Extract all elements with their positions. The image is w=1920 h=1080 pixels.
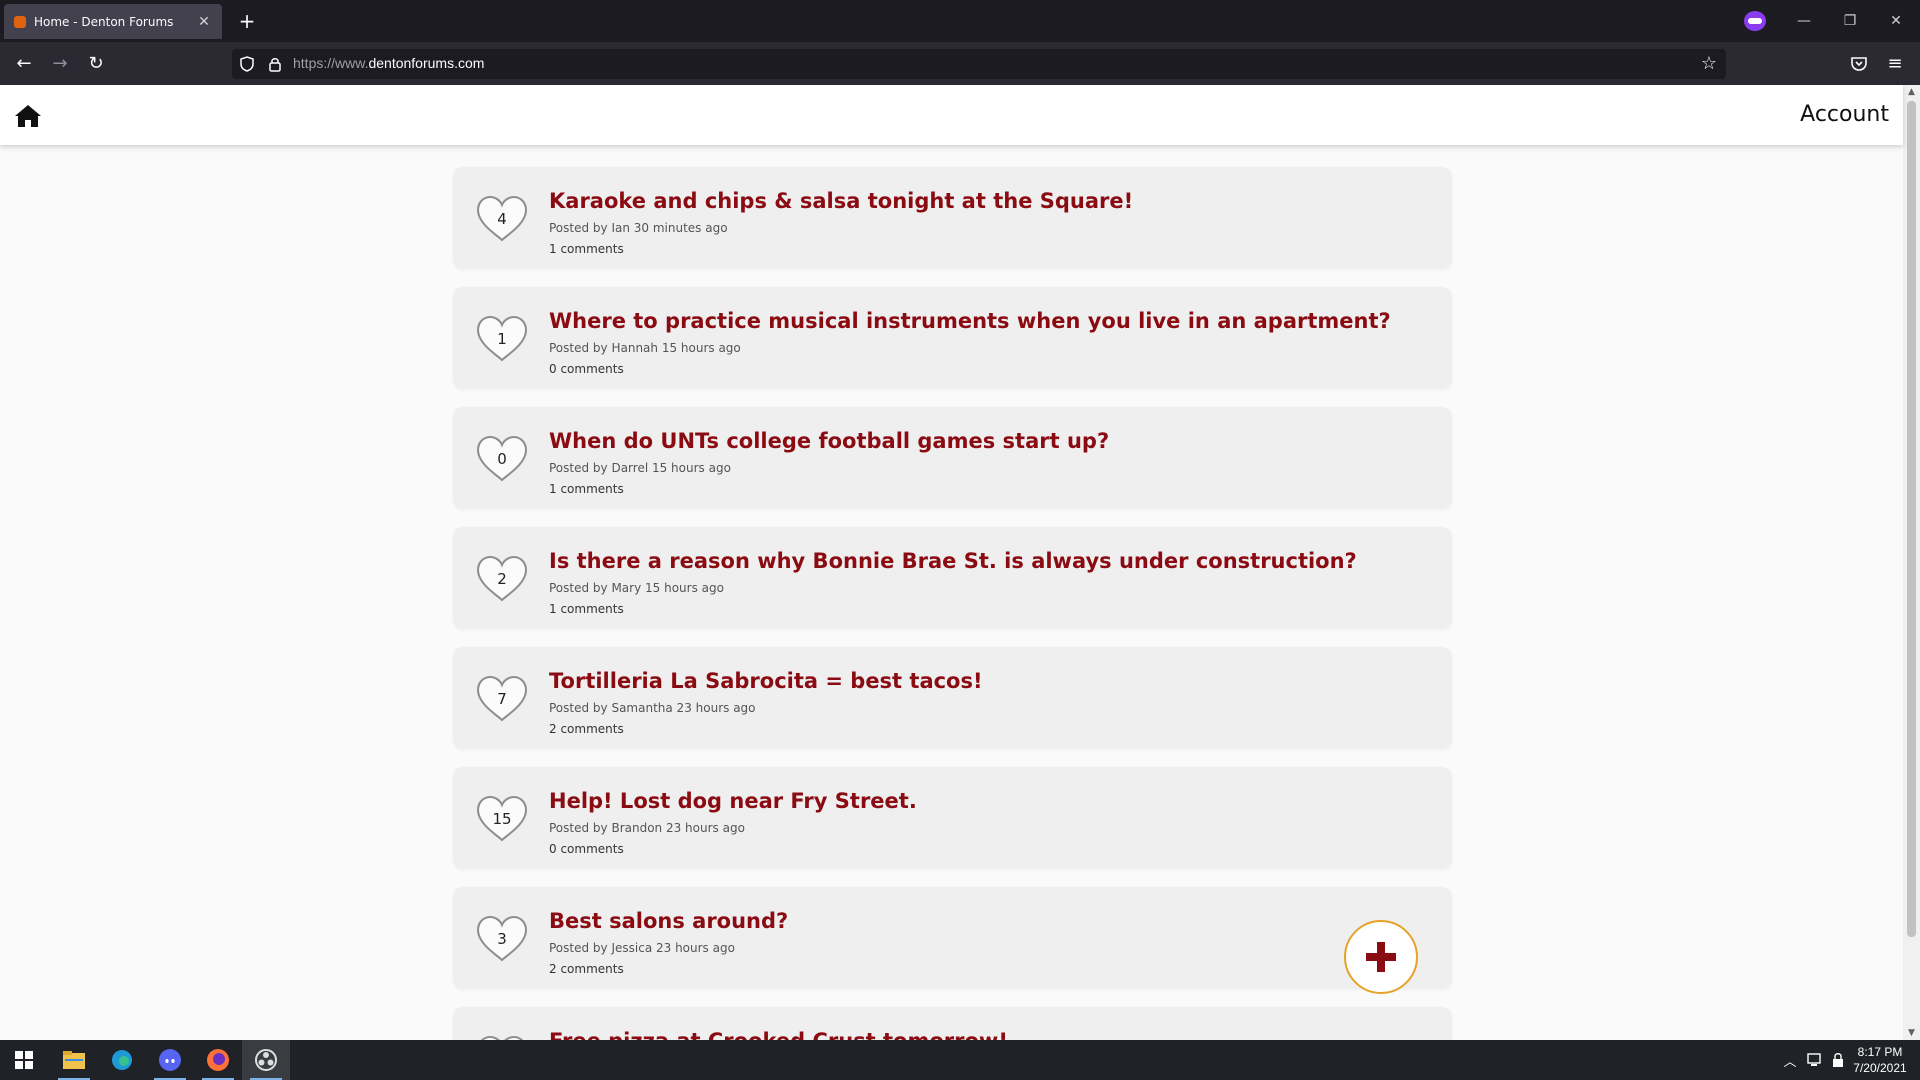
post-title[interactable]: Free pizza at Crooked Crust tomorrow!: [549, 1029, 1008, 1040]
like-count: 1: [497, 330, 507, 348]
post-comments-link[interactable]: 1 comments: [549, 602, 624, 616]
like-count: 15: [492, 810, 512, 828]
minimize-icon[interactable]: —: [1790, 8, 1818, 34]
scroll-down-icon[interactable]: ▼: [1903, 1026, 1920, 1040]
taskbar: ︿ 8:17 PM 7/20/2021: [0, 1040, 1920, 1080]
forward-icon[interactable]: →: [46, 50, 74, 78]
post-comments-link[interactable]: 2 comments: [549, 962, 624, 976]
plus-icon: [1366, 942, 1396, 972]
system-clock[interactable]: 8:17 PM 7/20/2021: [1842, 1044, 1918, 1076]
post-title[interactable]: Best salons around?: [549, 909, 788, 933]
new-tab-icon[interactable]: +: [236, 10, 258, 32]
network-icon[interactable]: [1804, 1040, 1826, 1080]
discord-icon[interactable]: [146, 1040, 194, 1080]
like-button[interactable]: 15: [475, 794, 529, 844]
new-post-button[interactable]: [1344, 920, 1418, 994]
post-card[interactable]: 7 Tortilleria La Sabrocita = best tacos!…: [453, 647, 1452, 749]
like-button[interactable]: 1: [475, 314, 529, 364]
obs-studio-icon[interactable]: [242, 1040, 290, 1080]
restore-icon[interactable]: ❐: [1836, 8, 1864, 34]
close-window-icon[interactable]: ✕: [1882, 8, 1910, 34]
post-comments-link[interactable]: 1 comments: [549, 482, 624, 496]
tab-title: Home - Denton Forums: [34, 14, 174, 29]
like-count: 2: [497, 570, 507, 588]
like-count: 0: [497, 450, 507, 468]
like-count: 4: [497, 210, 507, 228]
clock-date: 7/20/2021: [1853, 1061, 1907, 1075]
post-card[interactable]: 15 Help! Lost dog near Fry Street. Poste…: [453, 767, 1452, 869]
clock-time: 8:17 PM: [1857, 1045, 1903, 1059]
like-button[interactable]: 0: [475, 434, 529, 484]
back-icon[interactable]: ←: [10, 50, 38, 78]
lock-icon[interactable]: [268, 56, 282, 72]
like-count: 3: [497, 930, 507, 948]
reload-icon[interactable]: ↻: [82, 50, 110, 78]
app-menu-icon[interactable]: ≡: [1885, 54, 1905, 74]
post-meta: Posted by Brandon 23 hours ago: [549, 821, 745, 835]
like-button[interactable]: 7: [475, 674, 529, 724]
like-button[interactable]: 2: [475, 554, 529, 604]
post-title[interactable]: Is there a reason why Bonnie Brae St. is…: [549, 549, 1357, 573]
pocket-icon[interactable]: [1849, 54, 1869, 74]
scroll-up-icon[interactable]: ▲: [1903, 85, 1920, 99]
tray-overflow-icon[interactable]: ︿: [1780, 1040, 1800, 1080]
post-comments-link[interactable]: 0 comments: [549, 362, 624, 376]
post-meta: Posted by Darrel 15 hours ago: [549, 461, 731, 475]
scrollbar-thumb[interactable]: [1907, 101, 1916, 937]
edge-browser-icon[interactable]: [98, 1040, 146, 1080]
tab-close-icon[interactable]: ✕: [196, 14, 212, 30]
browser-tab-strip: Home - Denton Forums ✕ + — ❐ ✕: [0, 0, 1920, 42]
windows-start-icon[interactable]: [0, 1040, 48, 1080]
private-mask-icon[interactable]: [1744, 11, 1766, 31]
post-card[interactable]: 4 Karaoke and chips & salsa tonight at t…: [453, 167, 1452, 269]
like-button[interactable]: 4: [475, 194, 529, 244]
home-icon[interactable]: [14, 104, 42, 128]
post-meta: Posted by Jessica 23 hours ago: [549, 941, 735, 955]
post-card[interactable]: 0 When do UNTs college football games st…: [453, 407, 1452, 509]
tracking-shield-icon[interactable]: [240, 56, 254, 72]
page-scrollbar[interactable]: ▲ ▼: [1903, 85, 1920, 1040]
site-header: Account: [0, 85, 1903, 145]
post-card[interactable]: 3 Best salons around? Posted by Jessica …: [453, 887, 1452, 989]
firefox-icon[interactable]: [194, 1040, 242, 1080]
post-card[interactable]: 1 Where to practice musical instruments …: [453, 287, 1452, 389]
url-text[interactable]: https://www.dentonforums.com: [293, 55, 484, 71]
url-host: dentonforums.com: [368, 55, 485, 71]
post-comments-link[interactable]: 2 comments: [549, 722, 624, 736]
post-title[interactable]: Where to practice musical instruments wh…: [549, 309, 1391, 333]
file-explorer-icon[interactable]: [50, 1040, 98, 1080]
post-card[interactable]: 2 Is there a reason why Bonnie Brae St. …: [453, 527, 1452, 629]
site-favicon-icon: [14, 15, 26, 28]
url-protocol: https://www.: [293, 55, 369, 71]
post-title[interactable]: Karaoke and chips & salsa tonight at the…: [549, 189, 1133, 213]
post-title[interactable]: Help! Lost dog near Fry Street.: [549, 789, 917, 813]
post-feed: 4 Karaoke and chips & salsa tonight at t…: [0, 145, 1903, 1040]
post-comments-link[interactable]: 0 comments: [549, 842, 624, 856]
post-meta: Posted by Ian 30 minutes ago: [549, 221, 728, 235]
like-button[interactable]: 3: [475, 914, 529, 964]
post-title[interactable]: Tortilleria La Sabrocita = best tacos!: [549, 669, 983, 693]
browser-tab[interactable]: Home - Denton Forums ✕: [4, 4, 222, 39]
post-comments-link[interactable]: 1 comments: [549, 242, 624, 256]
account-link[interactable]: Account: [1800, 102, 1889, 127]
post-meta: Posted by Samantha 23 hours ago: [549, 701, 756, 715]
post-meta: Posted by Hannah 15 hours ago: [549, 341, 741, 355]
like-count: 7: [497, 690, 507, 708]
bookmark-star-icon[interactable]: ☆: [1698, 53, 1720, 75]
post-meta: Posted by Mary 15 hours ago: [549, 581, 724, 595]
post-card[interactable]: Free pizza at Crooked Crust tomorrow!: [453, 1007, 1452, 1040]
post-title[interactable]: When do UNTs college football games star…: [549, 429, 1109, 453]
